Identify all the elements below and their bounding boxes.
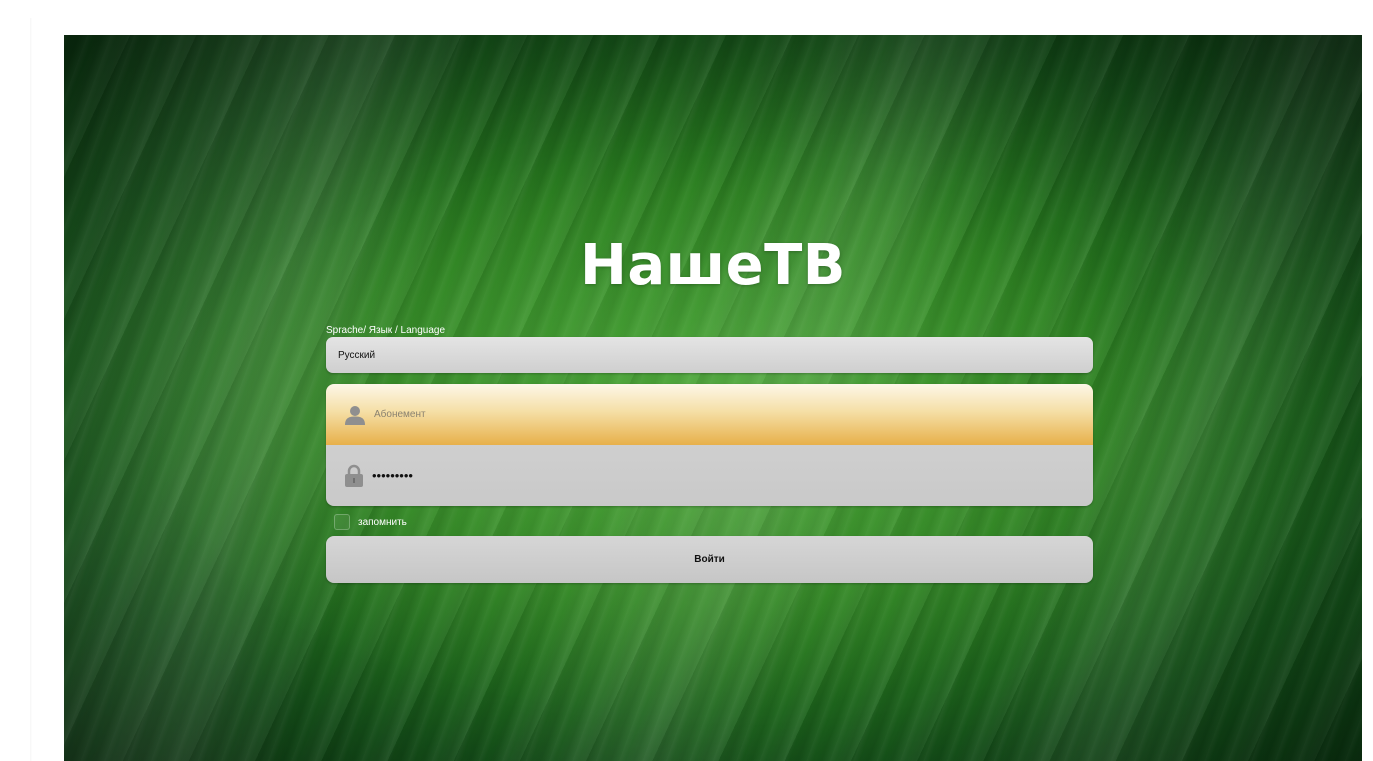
username-input[interactable] <box>372 408 976 421</box>
page-edge-shadow <box>30 18 32 761</box>
language-select[interactable]: Русский <box>326 337 1093 373</box>
credentials-group: ••••••••• <box>326 384 1093 506</box>
lock-icon <box>344 464 364 488</box>
language-label: Sprache/ Язык / Language <box>326 325 445 336</box>
app-title: НашеТВ <box>580 233 846 298</box>
remember-checkbox[interactable] <box>334 514 350 530</box>
login-form: Sprache/ Язык / Language Русский Абонеме… <box>326 325 1093 583</box>
login-screen: НашеТВ Sprache/ Язык / Language Русский <box>64 35 1362 761</box>
login-button-label: Войти <box>694 554 725 565</box>
password-input[interactable]: ••••••••• <box>372 468 413 483</box>
remember-label: запомнить <box>358 516 407 528</box>
language-selected-value: Русский <box>338 349 376 361</box>
password-field[interactable]: ••••••••• <box>326 445 1093 506</box>
username-field[interactable] <box>326 384 1093 445</box>
login-button[interactable]: Войти <box>326 536 1093 583</box>
remember-row: запомнить <box>334 514 1093 530</box>
user-icon <box>344 404 366 426</box>
